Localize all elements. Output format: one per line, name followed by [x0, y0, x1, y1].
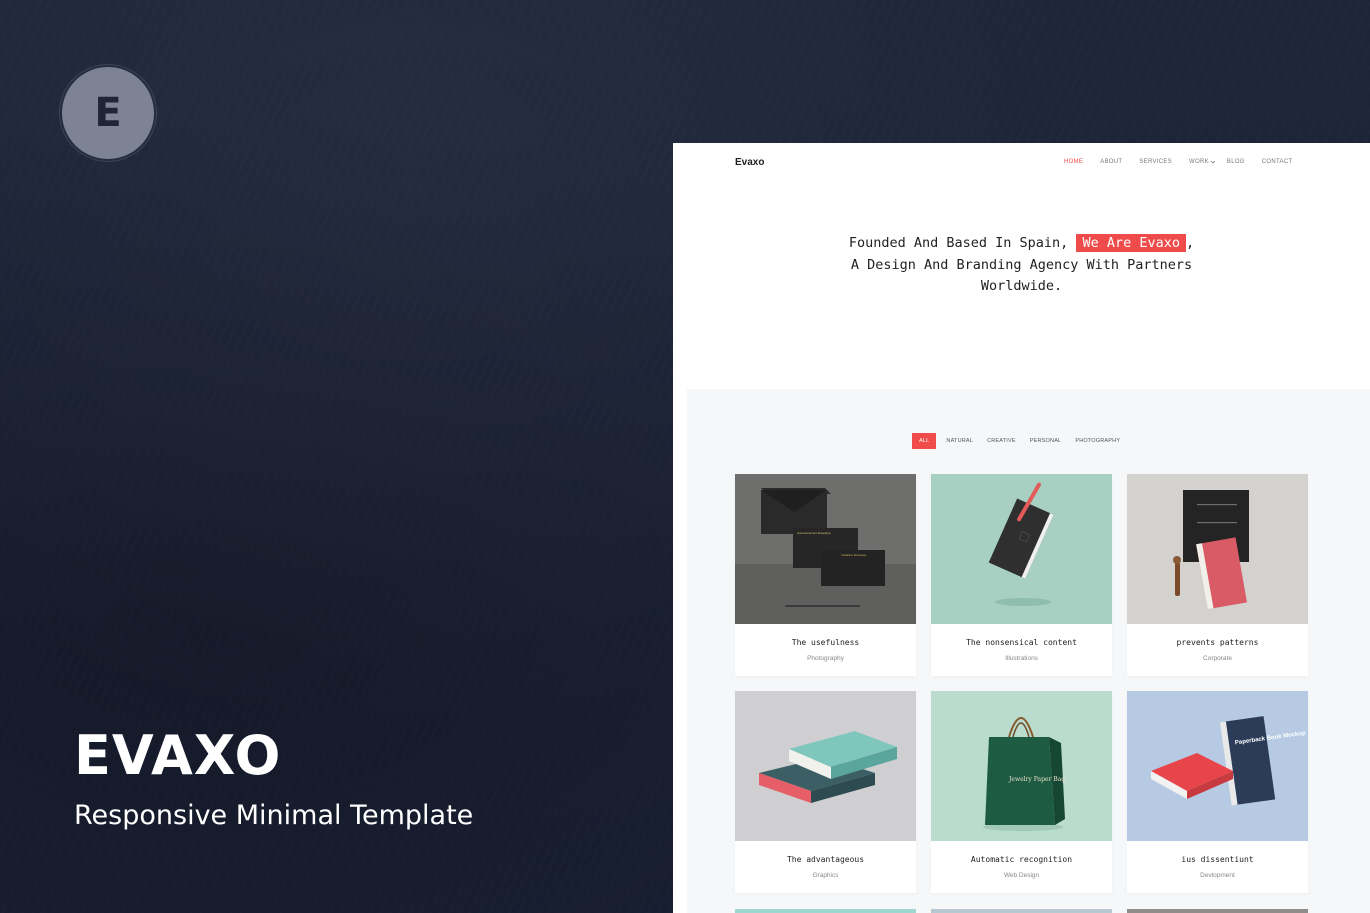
filter-all[interactable]: ALL	[912, 433, 937, 449]
card-category: Graphics	[812, 872, 839, 879]
hero-line-1: Founded And Based In Spain, We Are Evaxo…	[673, 233, 1370, 255]
portfolio-filters: ALL NATURAL CREATIVE PERSONAL PHOTOGRAPH…	[912, 433, 1134, 449]
hero-line-2: A Design And Branding Agency With Partne…	[850, 256, 1193, 273]
svg-text:Announcement Envelope: Announcement Envelope	[797, 531, 831, 535]
portfolio-section: ALL NATURAL CREATIVE PERSONAL PHOTOGRAPH…	[687, 389, 1370, 913]
svg-text:Invitation Envelope: Invitation Envelope	[841, 553, 867, 557]
card-title: The usefulness	[791, 638, 860, 647]
portfolio-card[interactable]: Announcement Envelope Invitation Envelop…	[735, 474, 916, 676]
nav-contact[interactable]: CONTACT	[1262, 159, 1293, 165]
stationery-mockup-image	[1127, 474, 1308, 624]
portfolio-card[interactable]: Jewelry Paper Bag Automatic recognition …	[931, 691, 1112, 893]
nav-blog[interactable]: BLOG	[1227, 159, 1245, 165]
hero-comma: ,	[1185, 235, 1195, 251]
paperback-mockup-image: Paperback Book Mockup	[1127, 691, 1308, 841]
card-category: Corporate	[1203, 655, 1232, 662]
site-logo[interactable]: Evaxo	[735, 157, 764, 168]
card-title: Automatic recognition	[970, 855, 1073, 864]
nav-work[interactable]: WORK	[1189, 159, 1216, 165]
elementor-badge-icon: E	[60, 65, 156, 161]
card-title: The advantageous	[786, 855, 865, 864]
nav-work-label: WORK	[1189, 159, 1209, 165]
card-category: Web Design	[1003, 872, 1040, 879]
svg-text:Jewelry Paper Bag: Jewelry Paper Bag	[1008, 776, 1065, 783]
portfolio-card[interactable]: The nonsensical content Illustrations	[931, 474, 1112, 676]
nav-services[interactable]: SERVICES	[1139, 159, 1172, 165]
card-category: Illustrations	[1005, 655, 1038, 662]
filter-photography[interactable]: PHOTOGRAPHY	[1075, 438, 1120, 444]
card-title: ius dissentiunt	[1181, 855, 1254, 864]
notebook-mockup-image	[931, 474, 1112, 624]
brand-subtitle: Responsive Minimal Template	[74, 800, 474, 831]
nav-home[interactable]: HOME	[1064, 159, 1083, 165]
portfolio-card[interactable]: The advantageous Graphics	[735, 691, 916, 893]
envelope-mockup-image: Announcement Envelope Invitation Envelop…	[735, 474, 916, 624]
card-category: Photography	[807, 655, 844, 662]
card-title: prevents patterns	[1176, 638, 1259, 647]
hero-highlight: We Are Evaxo	[1076, 234, 1186, 252]
portfolio-card[interactable]: prevents patterns Corporate	[1127, 474, 1308, 676]
paper-bag-mockup-image: Jewelry Paper Bag	[931, 691, 1112, 841]
filter-natural[interactable]: NATURAL	[946, 438, 973, 444]
book-stack-mockup-image	[735, 691, 916, 841]
filter-creative[interactable]: CREATIVE	[987, 438, 1016, 444]
hero-line-3: Worldwide.	[980, 278, 1063, 294]
card-category: Devlopment	[1200, 872, 1235, 879]
hero-text: Founded And Based In Spain,	[848, 235, 1077, 251]
chevron-down-icon	[1210, 160, 1216, 164]
template-preview: Evaxo HOME ABOUT SERVICES WORK BLOG CONT…	[673, 143, 1370, 913]
hero-statement: Founded And Based In Spain, We Are Evaxo…	[673, 233, 1370, 298]
next-row-preview	[735, 909, 916, 913]
main-nav: HOME ABOUT SERVICES WORK BLOG CONTACT	[1064, 159, 1309, 165]
nav-about[interactable]: ABOUT	[1100, 159, 1122, 165]
portfolio-card[interactable]: Paperback Book Mockup ius dissentiunt De…	[1127, 691, 1308, 893]
card-title: The nonsensical content	[966, 638, 1077, 647]
filter-personal[interactable]: PERSONAL	[1030, 438, 1062, 444]
badge-letter: E	[94, 90, 122, 136]
next-row-preview	[931, 909, 1112, 913]
brand-title: EVAXO	[74, 724, 282, 787]
next-row-preview	[1127, 909, 1308, 913]
